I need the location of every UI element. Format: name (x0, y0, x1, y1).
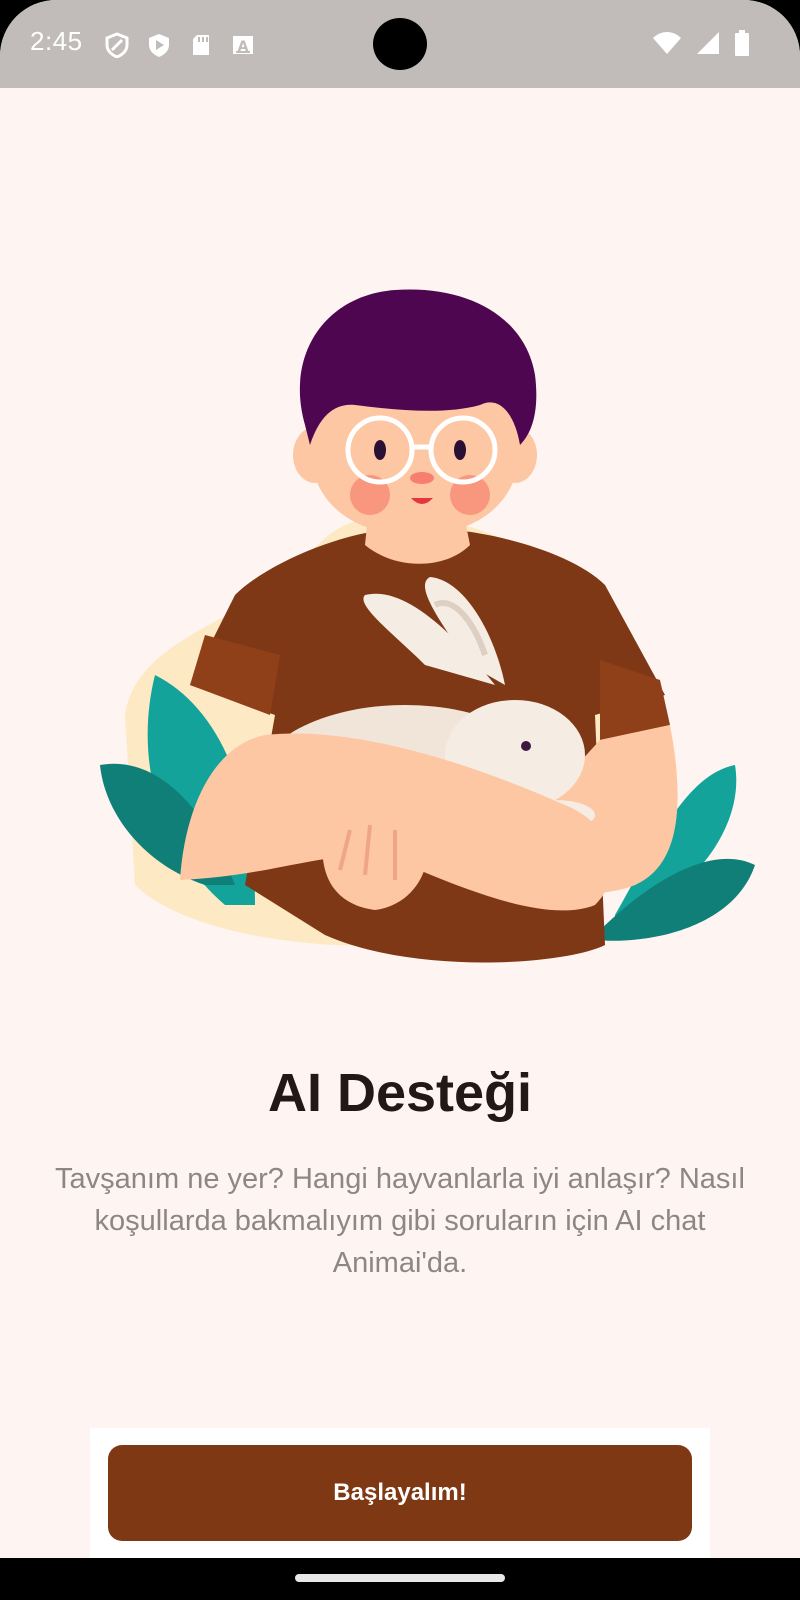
signal-icon (696, 31, 720, 60)
page-description: Tavşanım ne yer? Hangi hayvanlarla iyi a… (55, 1163, 745, 1279)
page-title: AI Desteği (267, 1063, 533, 1123)
boy-holding-rabbit-illustration (95, 285, 765, 995)
system-icons (652, 30, 750, 61)
sd-card-icon (188, 32, 214, 58)
start-button[interactable]: Başlayalım! (108, 1445, 692, 1541)
home-indicator[interactable] (295, 1574, 505, 1582)
status-time: 2:45 (30, 26, 83, 56)
shield-icon (104, 32, 130, 59)
keyboard-a-icon: A (230, 32, 256, 58)
wifi-icon (652, 31, 682, 60)
app-screen: 2:45 A AI Desteği Tavşanım ne yer? Hangi… (0, 0, 800, 1600)
notification-icons: A (104, 32, 256, 59)
battery-icon (734, 30, 750, 61)
status-bar: 2:45 A (0, 0, 800, 88)
play-protect-icon (146, 32, 172, 58)
camera-cutout (373, 18, 427, 70)
